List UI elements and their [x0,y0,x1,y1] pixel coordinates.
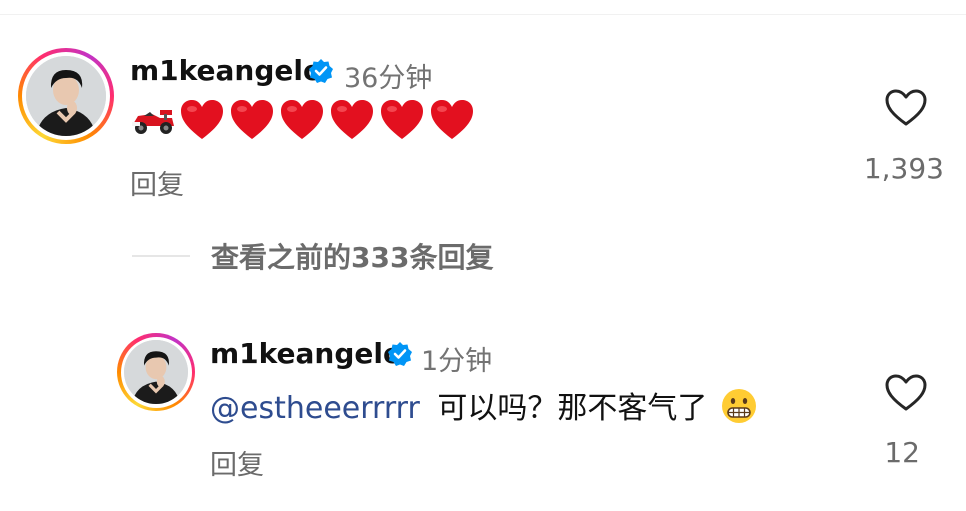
red-heart-icon [381,100,423,139]
red-heart-icon [431,100,473,139]
avatar [26,56,106,136]
view-previous-replies-button[interactable]: 查看之前的333条回复 [211,236,493,276]
comment-username[interactable]: m1keangelo [130,54,322,87]
heart-outline-icon[interactable] [884,373,928,413]
verified-badge-icon [309,59,333,83]
mention-link[interactable]: @estheeerrrrr [210,391,420,426]
race-car-icon [132,110,174,134]
red-heart-icon [231,100,273,139]
verified-badge-icon [388,342,412,366]
red-heart-icon [181,100,223,139]
red-heart-icon [331,100,373,139]
reply-username[interactable]: m1keangelo [210,337,402,370]
like-count: 1,393 [863,152,944,185]
avatar [124,340,188,404]
avatar-photo-icon [26,56,106,136]
avatar-story-ring[interactable] [18,48,114,144]
top-divider [0,14,966,15]
like-count: 12 [884,436,920,469]
reply-time: 1分钟 [421,346,493,377]
avatar-photo-icon [124,340,188,404]
reply-button[interactable]: 回复 [210,443,264,482]
comment-time: 36分钟 [344,63,433,94]
grimacing-face-icon [721,389,756,423]
reply-text: 可以吗？那不客气了 [437,391,708,426]
reply-button[interactable]: 回复 [130,163,184,202]
red-heart-icon [281,100,323,139]
reply-body: @estheeerrrrr 可以吗？那不客气了 [210,383,757,427]
heart-outline-icon[interactable] [884,88,928,128]
comment-body [130,96,480,144]
view-replies-divider [132,255,190,257]
avatar-story-ring[interactable] [117,333,195,411]
